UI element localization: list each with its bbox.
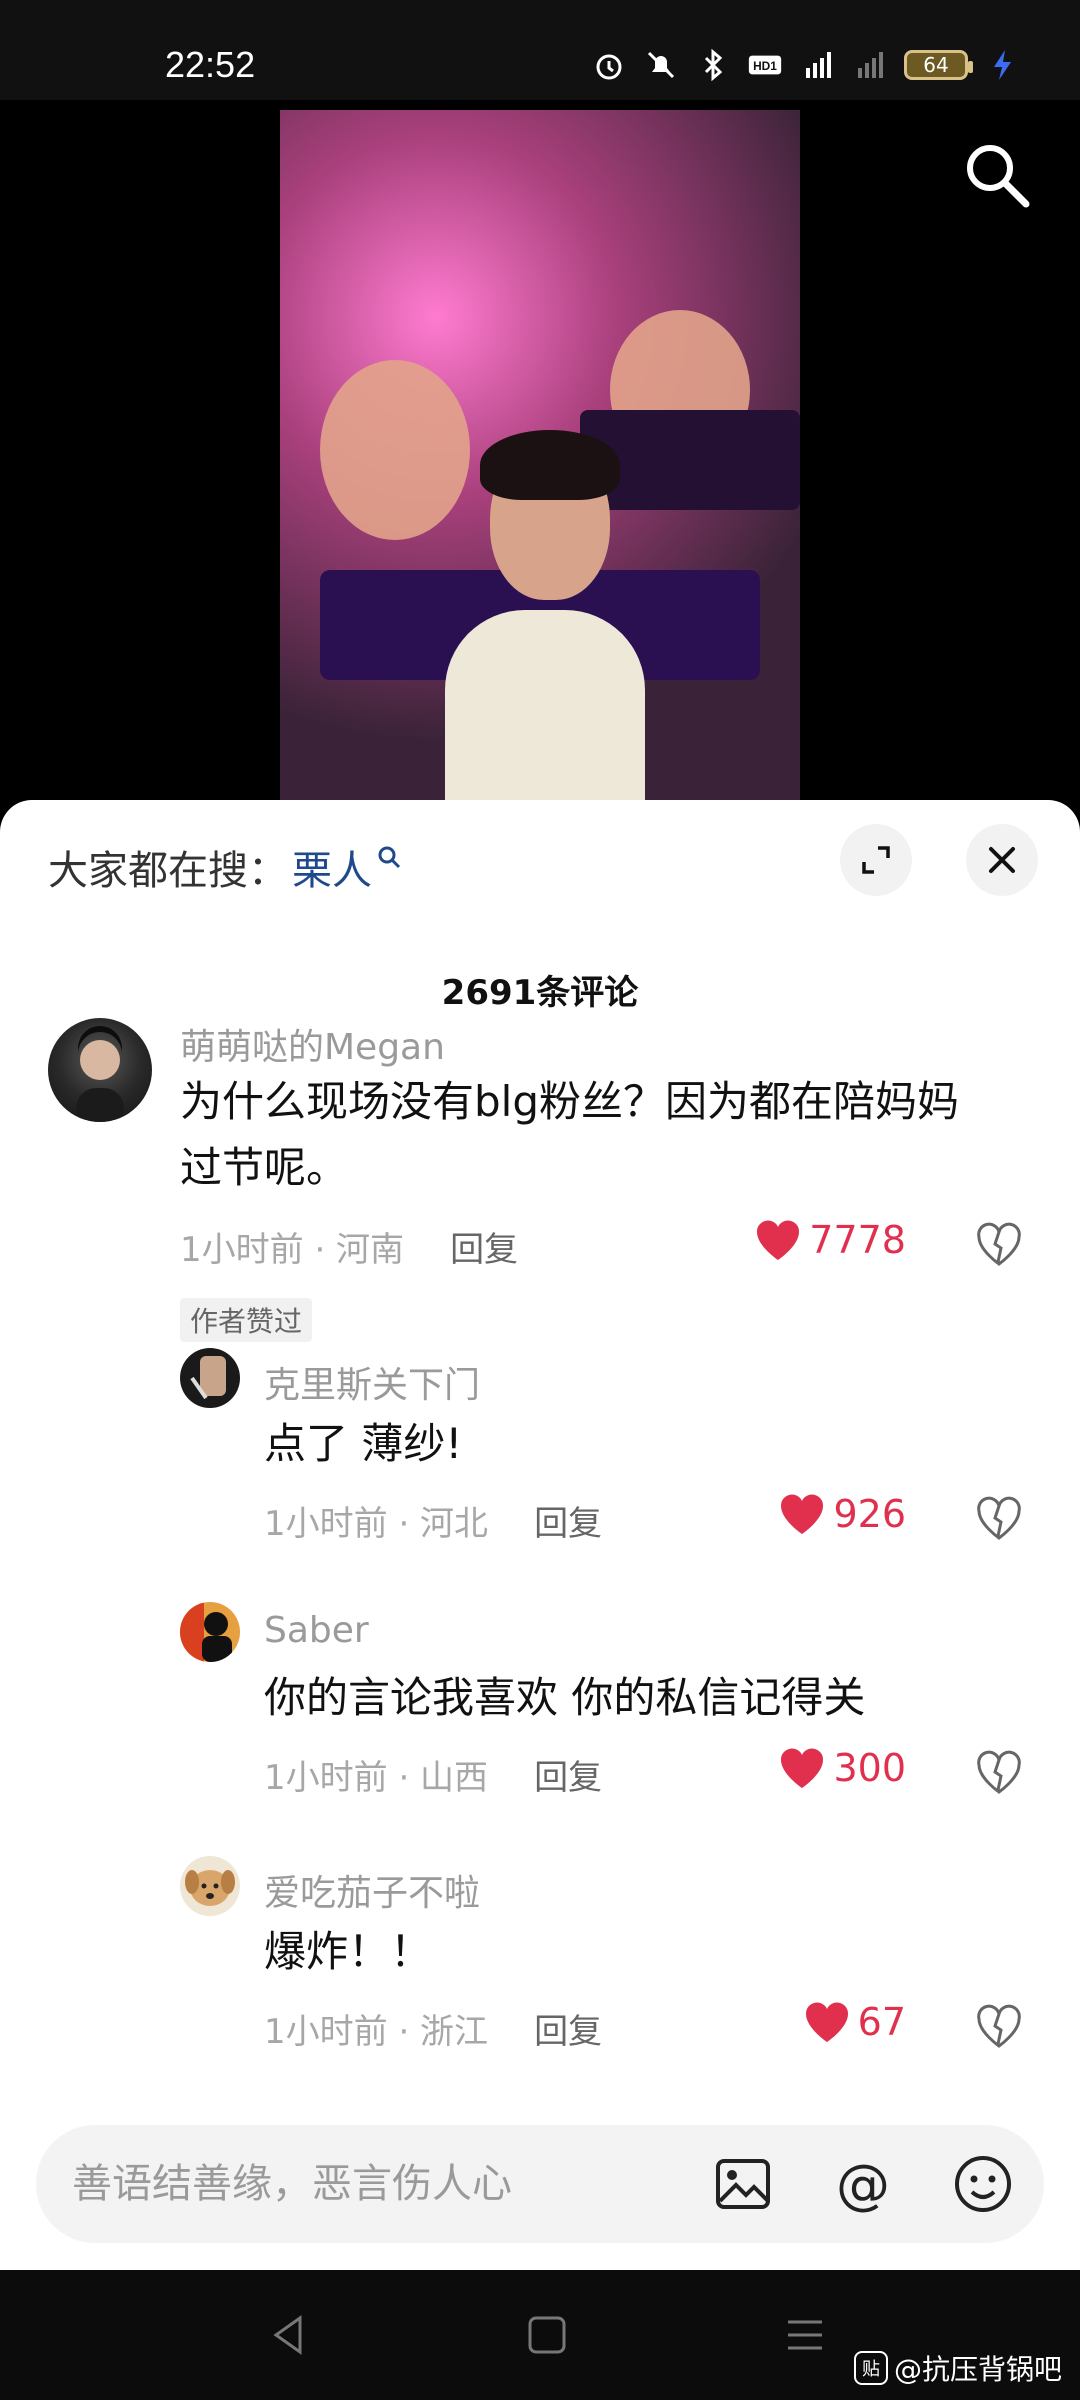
mention-icon[interactable]: @ bbox=[832, 2153, 894, 2215]
comment-username[interactable]: 克里斯关下门 bbox=[264, 1356, 480, 1408]
dislike-icon[interactable] bbox=[976, 1222, 1022, 1268]
heart-icon bbox=[781, 1748, 824, 1788]
like-button[interactable]: 926 bbox=[779, 1492, 906, 1536]
comment-time-location: 1小时前 · 山西 bbox=[264, 1758, 489, 1798]
like-count: 67 bbox=[857, 2000, 906, 2044]
like-count: 300 bbox=[833, 1746, 906, 1790]
comment-item: 萌萌哒的Megan 为什么现场没有blg粉丝？因为都在陪妈妈 过节呢。 1小时前… bbox=[0, 1018, 1080, 1348]
hot-search[interactable]: 大家都在搜： 栗人 bbox=[48, 838, 402, 896]
expand-icon bbox=[862, 846, 890, 874]
signal-5g-icon bbox=[806, 52, 831, 78]
tieba-logo-icon: 贴 bbox=[853, 2351, 888, 2385]
comment-meta: 1小时前 · 河北 回复 bbox=[264, 1496, 602, 1545]
dislike-icon[interactable] bbox=[976, 1496, 1022, 1542]
status-time: 22:52 bbox=[165, 44, 256, 85]
status-icons: HD1 64 bbox=[592, 48, 1020, 82]
back-icon[interactable] bbox=[266, 2312, 312, 2358]
comment-meta: 1小时前 · 山西 回复 bbox=[264, 1750, 602, 1799]
heart-icon bbox=[757, 1220, 800, 1260]
svg-text:HD1: HD1 bbox=[753, 59, 777, 73]
comment-username[interactable]: 爱吃茄子不啦 bbox=[264, 1864, 480, 1916]
reply-item: Saber 你的言论我喜欢 你的私信记得关 1小时前 · 山西 回复 300 bbox=[0, 1602, 1080, 1822]
comment-meta: 1小时前 · 河南 回复 bbox=[180, 1222, 518, 1271]
search-small-icon bbox=[378, 846, 401, 869]
avatar[interactable] bbox=[180, 1348, 240, 1408]
comment-time-location: 1小时前 · 河北 bbox=[264, 1504, 489, 1544]
charging-icon bbox=[994, 50, 1011, 80]
reply-button[interactable]: 回复 bbox=[534, 1496, 602, 1545]
home-icon[interactable] bbox=[524, 2312, 570, 2358]
hot-search-term[interactable]: 栗人 bbox=[292, 838, 372, 896]
system-nav-bar: 贴 @抗压背锅吧 bbox=[0, 2270, 1080, 2400]
video-person bbox=[420, 430, 670, 800]
comment-time-location: 1小时前 · 浙江 bbox=[264, 2012, 489, 2052]
alarm-icon bbox=[596, 54, 622, 80]
recents-icon[interactable] bbox=[782, 2312, 828, 2358]
comments-sheet: 大家都在搜： 栗人 2691条评论 萌萌哒的Megan 为什么现场没有blg粉丝… bbox=[0, 800, 1080, 2270]
close-icon bbox=[989, 847, 1015, 873]
reply-button[interactable]: 回复 bbox=[534, 2004, 602, 2053]
avatar[interactable] bbox=[48, 1018, 152, 1122]
avatar[interactable] bbox=[180, 1602, 240, 1662]
comment-time-location: 1小时前 · 河南 bbox=[180, 1230, 405, 1270]
comment-username[interactable]: 萌萌哒的Megan bbox=[180, 1018, 445, 1070]
comment-username[interactable]: Saber bbox=[264, 1610, 369, 1651]
like-count: 7778 bbox=[809, 1218, 906, 1262]
reply-item: 克里斯关下门 点了 薄纱! 1小时前 · 河北 回复 926 bbox=[0, 1348, 1080, 1568]
comment-input[interactable] bbox=[72, 2125, 712, 2243]
reply-button[interactable]: 回复 bbox=[450, 1222, 518, 1271]
like-button[interactable]: 300 bbox=[779, 1746, 906, 1790]
battery-indicator: 64 bbox=[904, 50, 973, 80]
status-bar: 22:52 HD1 64 bbox=[0, 0, 1080, 100]
reply-item: 爱吃茄子不啦 爆炸！！ 1小时前 · 浙江 回复 67 bbox=[0, 1856, 1080, 2076]
comment-input-bar: @ bbox=[36, 2125, 1044, 2243]
avatar[interactable] bbox=[180, 1856, 240, 1916]
hot-search-prefix: 大家都在搜： bbox=[48, 848, 288, 894]
hd-icon: HD1 bbox=[748, 55, 782, 75]
like-button[interactable]: 67 bbox=[804, 2000, 906, 2044]
close-button[interactable] bbox=[966, 824, 1038, 896]
dislike-icon[interactable] bbox=[976, 1750, 1022, 1796]
watermark: 贴 @抗压背锅吧 bbox=[853, 2348, 1062, 2388]
comment-meta: 1小时前 · 浙江 回复 bbox=[264, 2004, 602, 2053]
comment-text: 爆炸！！ bbox=[264, 1927, 433, 1976]
image-icon[interactable] bbox=[712, 2153, 774, 2215]
watermark-text: @抗压背锅吧 bbox=[893, 2353, 1062, 2386]
expand-button[interactable] bbox=[840, 824, 912, 896]
like-count: 926 bbox=[833, 1492, 906, 1536]
author-liked-badge: 作者赞过 bbox=[180, 1298, 313, 1342]
mute-icon bbox=[647, 51, 675, 79]
signal-icon bbox=[858, 52, 883, 78]
comment-text: 为什么现场没有blg粉丝？因为都在陪妈妈 bbox=[180, 1077, 959, 1126]
bluetooth-icon bbox=[704, 48, 723, 82]
comment-text: 你的言论我喜欢 你的私信记得关 bbox=[264, 1673, 866, 1722]
comment-count: 2691条评论 bbox=[441, 973, 639, 1013]
comment-text: 点了 薄纱! bbox=[264, 1419, 463, 1468]
emoji-icon[interactable] bbox=[952, 2153, 1014, 2215]
reply-button[interactable]: 回复 bbox=[534, 1750, 602, 1799]
comment-text-line2: 过节呢。 bbox=[180, 1143, 349, 1192]
like-button[interactable]: 7778 bbox=[755, 1218, 906, 1262]
video-frame[interactable] bbox=[280, 110, 800, 800]
svg-text:@: @ bbox=[836, 2153, 890, 2215]
search-icon[interactable] bbox=[962, 140, 1032, 210]
video-area[interactable] bbox=[0, 100, 1080, 800]
heart-icon bbox=[781, 1494, 824, 1534]
dislike-icon[interactable] bbox=[976, 2004, 1022, 2050]
heart-icon bbox=[805, 2002, 848, 2042]
